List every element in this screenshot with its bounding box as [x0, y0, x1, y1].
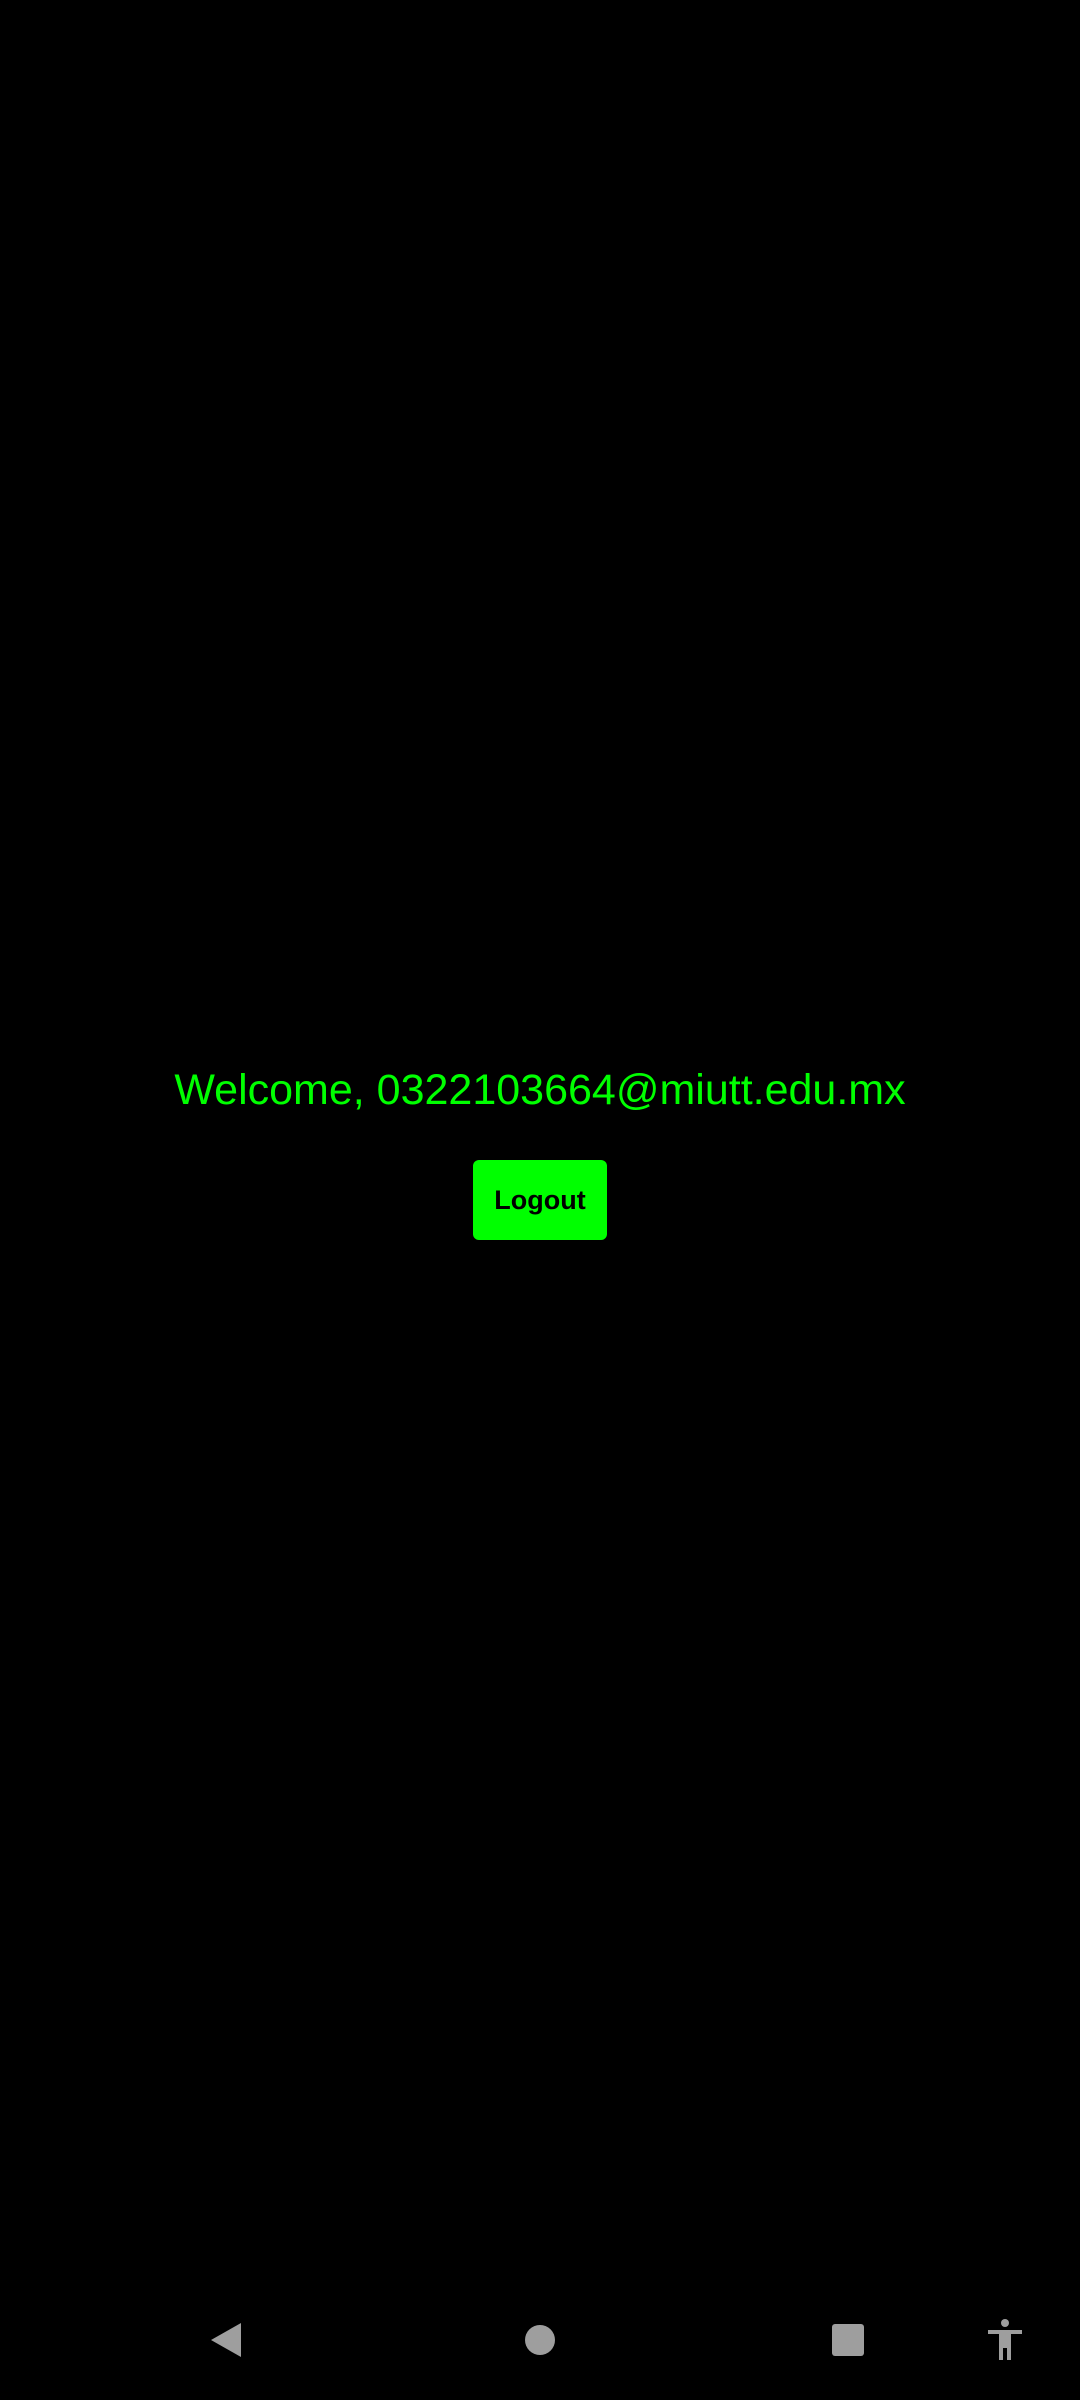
system-navigation-bar: [0, 2280, 1080, 2400]
logout-button[interactable]: Logout: [473, 1160, 607, 1240]
welcome-message: Welcome, 0322103664@miutt.edu.mx: [174, 1066, 906, 1114]
back-button[interactable]: [182, 2295, 272, 2385]
accessibility-icon: [988, 2319, 1022, 2360]
home-button[interactable]: [495, 2295, 585, 2385]
app-screen: Welcome, 0322103664@miutt.edu.mx Logout: [0, 0, 1080, 2400]
back-icon: [211, 2323, 241, 2357]
recents-icon: [832, 2324, 864, 2356]
recents-button[interactable]: [803, 2295, 893, 2385]
accessibility-button[interactable]: [960, 2295, 1050, 2385]
home-icon: [525, 2325, 555, 2355]
